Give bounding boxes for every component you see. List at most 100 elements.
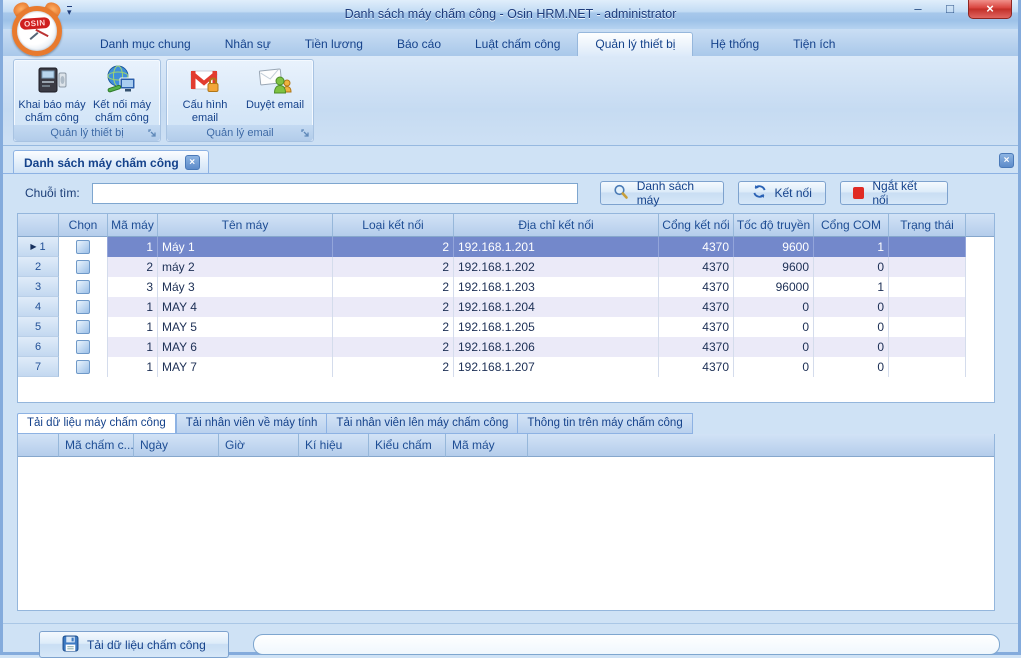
detail-column-header-ma-may[interactable]: Mã máy xyxy=(446,434,528,457)
cell-cong-com[interactable]: 0 xyxy=(814,317,889,337)
cell-loai-ket-noi[interactable]: 2 xyxy=(333,257,454,277)
cell-cong-ket-noi[interactable]: 4370 xyxy=(659,277,734,297)
column-header-dia-chi-ket-noi[interactable]: Địa chỉ kết nối xyxy=(454,214,659,237)
cell-toc-do-truyen[interactable]: 9600 xyxy=(734,257,814,277)
ribbon-tab-luat-cham-cong[interactable]: Luật chấm công xyxy=(458,33,577,56)
row-header[interactable]: 4 xyxy=(18,297,59,317)
cell-toc-do-truyen[interactable]: 0 xyxy=(734,337,814,357)
select-checkbox-cell[interactable] xyxy=(59,297,108,317)
cell-ten-may[interactable]: Máy 3 xyxy=(158,277,333,297)
dialog-launcher-icon[interactable] xyxy=(300,128,310,138)
cell-dia-chi-ket-noi[interactable]: 192.168.1.206 xyxy=(454,337,659,357)
table-row[interactable]: 41MAY 42192.168.1.204437000 xyxy=(18,297,994,317)
cell-ma-may[interactable]: 3 xyxy=(108,277,158,297)
connect-attendance-machine-button[interactable]: Kết nối máy chấm công xyxy=(87,62,157,125)
configure-email-button[interactable]: Cấu hình email xyxy=(170,62,240,125)
cell-ten-may[interactable]: MAY 4 xyxy=(158,297,333,317)
cell-cong-com[interactable]: 0 xyxy=(814,357,889,377)
detail-grid-corner-header[interactable] xyxy=(18,434,59,457)
disconnect-button[interactable]: Ngắt kết nối xyxy=(840,181,948,205)
detail-column-header-filler[interactable] xyxy=(528,434,994,457)
cell-ten-may[interactable]: MAY 7 xyxy=(158,357,333,377)
cell-trang-thai[interactable] xyxy=(889,277,966,297)
cell-loai-ket-noi[interactable]: 2 xyxy=(333,357,454,377)
select-checkbox-cell[interactable] xyxy=(59,337,108,357)
cell-cong-ket-noi[interactable]: 4370 xyxy=(659,297,734,317)
cell-loai-ket-noi[interactable]: 2 xyxy=(333,337,454,357)
column-header-ten-may[interactable]: Tên máy xyxy=(158,214,333,237)
ribbon-tab-bao-cao[interactable]: Báo cáo xyxy=(380,33,458,56)
column-header-cong-ket-noi[interactable]: Cổng kết nối xyxy=(659,214,734,237)
row-checkbox[interactable] xyxy=(76,300,90,314)
detail-column-header-kieu-cham[interactable]: Kiểu chấm xyxy=(369,434,446,457)
cell-ma-may[interactable]: 2 xyxy=(108,257,158,277)
select-checkbox-cell[interactable] xyxy=(59,277,108,297)
close-button[interactable]: × xyxy=(968,0,1012,19)
cell-trang-thai[interactable] xyxy=(889,257,966,277)
tab-close-icon[interactable]: × xyxy=(185,155,200,170)
download-attendance-data-button[interactable]: Tải dữ liệu chấm công xyxy=(39,631,229,658)
document-tab-machine-list[interactable]: Danh sách máy chấm công × xyxy=(13,150,209,173)
row-header[interactable]: 6 xyxy=(18,337,59,357)
cell-cong-com[interactable]: 1 xyxy=(814,277,889,297)
cell-ten-may[interactable]: Máy 1 xyxy=(158,237,333,257)
row-header[interactable]: 3 xyxy=(18,277,59,297)
cell-cong-ket-noi[interactable]: 4370 xyxy=(659,257,734,277)
cell-loai-ket-noi[interactable]: 2 xyxy=(333,277,454,297)
cell-ma-may[interactable]: 1 xyxy=(108,317,158,337)
column-header-trang-thai[interactable]: Trạng thái xyxy=(889,214,966,237)
declare-attendance-machine-button[interactable]: Khai báo máy chấm công xyxy=(17,62,87,125)
cell-loai-ket-noi[interactable]: 2 xyxy=(333,297,454,317)
ribbon-tab-tien-ich[interactable]: Tiện ích xyxy=(776,33,852,56)
row-checkbox[interactable] xyxy=(76,340,90,354)
detail-column-header-gio[interactable]: Giờ xyxy=(219,434,299,457)
dialog-launcher-icon[interactable] xyxy=(147,128,157,138)
cell-ma-may[interactable]: 1 xyxy=(108,237,158,257)
table-row[interactable]: 22máy 22192.168.1.202437096000 xyxy=(18,257,994,277)
table-row[interactable]: 71MAY 72192.168.1.207437000 xyxy=(18,357,994,377)
detail-column-header-ngay[interactable]: Ngày xyxy=(134,434,219,457)
cell-ma-may[interactable]: 1 xyxy=(108,357,158,377)
minimize-button[interactable]: – xyxy=(904,0,932,19)
select-checkbox-cell[interactable] xyxy=(59,317,108,337)
column-header-toc-do-truyen[interactable]: Tốc độ truyền xyxy=(734,214,814,237)
maximize-button[interactable]: □ xyxy=(936,0,964,19)
ribbon-tab-quan-ly-thiet-bi[interactable]: Quản lý thiết bị xyxy=(577,32,693,56)
cell-ten-may[interactable]: MAY 6 xyxy=(158,337,333,357)
cell-trang-thai[interactable] xyxy=(889,237,966,257)
machine-list-button[interactable]: Danh sách máy xyxy=(600,181,724,205)
cell-dia-chi-ket-noi[interactable]: 192.168.1.204 xyxy=(454,297,659,317)
cell-dia-chi-ket-noi[interactable]: 192.168.1.201 xyxy=(454,237,659,257)
cell-ten-may[interactable]: MAY 5 xyxy=(158,317,333,337)
detail-column-header-ma-cham-c[interactable]: Mã chấm c... xyxy=(59,434,134,457)
cell-loai-ket-noi[interactable]: 2 xyxy=(333,317,454,337)
row-checkbox[interactable] xyxy=(76,280,90,294)
row-checkbox[interactable] xyxy=(76,260,90,274)
detail-tab-tai-du-lieu-may-cham-cong[interactable]: Tải dữ liệu máy chấm công xyxy=(17,413,176,434)
cell-cong-ket-noi[interactable]: 4370 xyxy=(659,237,734,257)
column-header-cong-com[interactable]: Cổng COM xyxy=(814,214,889,237)
cell-cong-ket-noi[interactable]: 4370 xyxy=(659,357,734,377)
table-row[interactable]: 51MAY 52192.168.1.205437000 xyxy=(18,317,994,337)
row-header[interactable]: 2 xyxy=(18,257,59,277)
cell-toc-do-truyen[interactable]: 0 xyxy=(734,297,814,317)
cell-dia-chi-ket-noi[interactable]: 192.168.1.207 xyxy=(454,357,659,377)
column-header-loai-ket-noi[interactable]: Loại kết nối xyxy=(333,214,454,237)
app-logo-clock-icon[interactable]: OSIN xyxy=(9,2,65,58)
row-checkbox[interactable] xyxy=(76,240,90,254)
cell-toc-do-truyen[interactable]: 9600 xyxy=(734,237,814,257)
column-header-chon[interactable]: Chọn xyxy=(59,214,108,237)
cell-toc-do-truyen[interactable]: 96000 xyxy=(734,277,814,297)
cell-ma-may[interactable]: 1 xyxy=(108,337,158,357)
cell-trang-thai[interactable] xyxy=(889,357,966,377)
browse-email-button[interactable]: Duyệt email xyxy=(240,62,310,112)
ribbon-tab-danh-muc-chung[interactable]: Danh mục chung xyxy=(83,33,208,56)
tabgroup-close-icon[interactable]: × xyxy=(999,153,1014,168)
cell-toc-do-truyen[interactable]: 0 xyxy=(734,317,814,337)
cell-cong-ket-noi[interactable]: 4370 xyxy=(659,337,734,357)
row-checkbox[interactable] xyxy=(76,320,90,334)
grid-corner-header[interactable] xyxy=(18,214,59,237)
column-header-ma-may[interactable]: Mã máy xyxy=(108,214,158,237)
table-row[interactable]: 33Máy 32192.168.1.2034370960001 xyxy=(18,277,994,297)
cell-loai-ket-noi[interactable]: 2 xyxy=(333,237,454,257)
